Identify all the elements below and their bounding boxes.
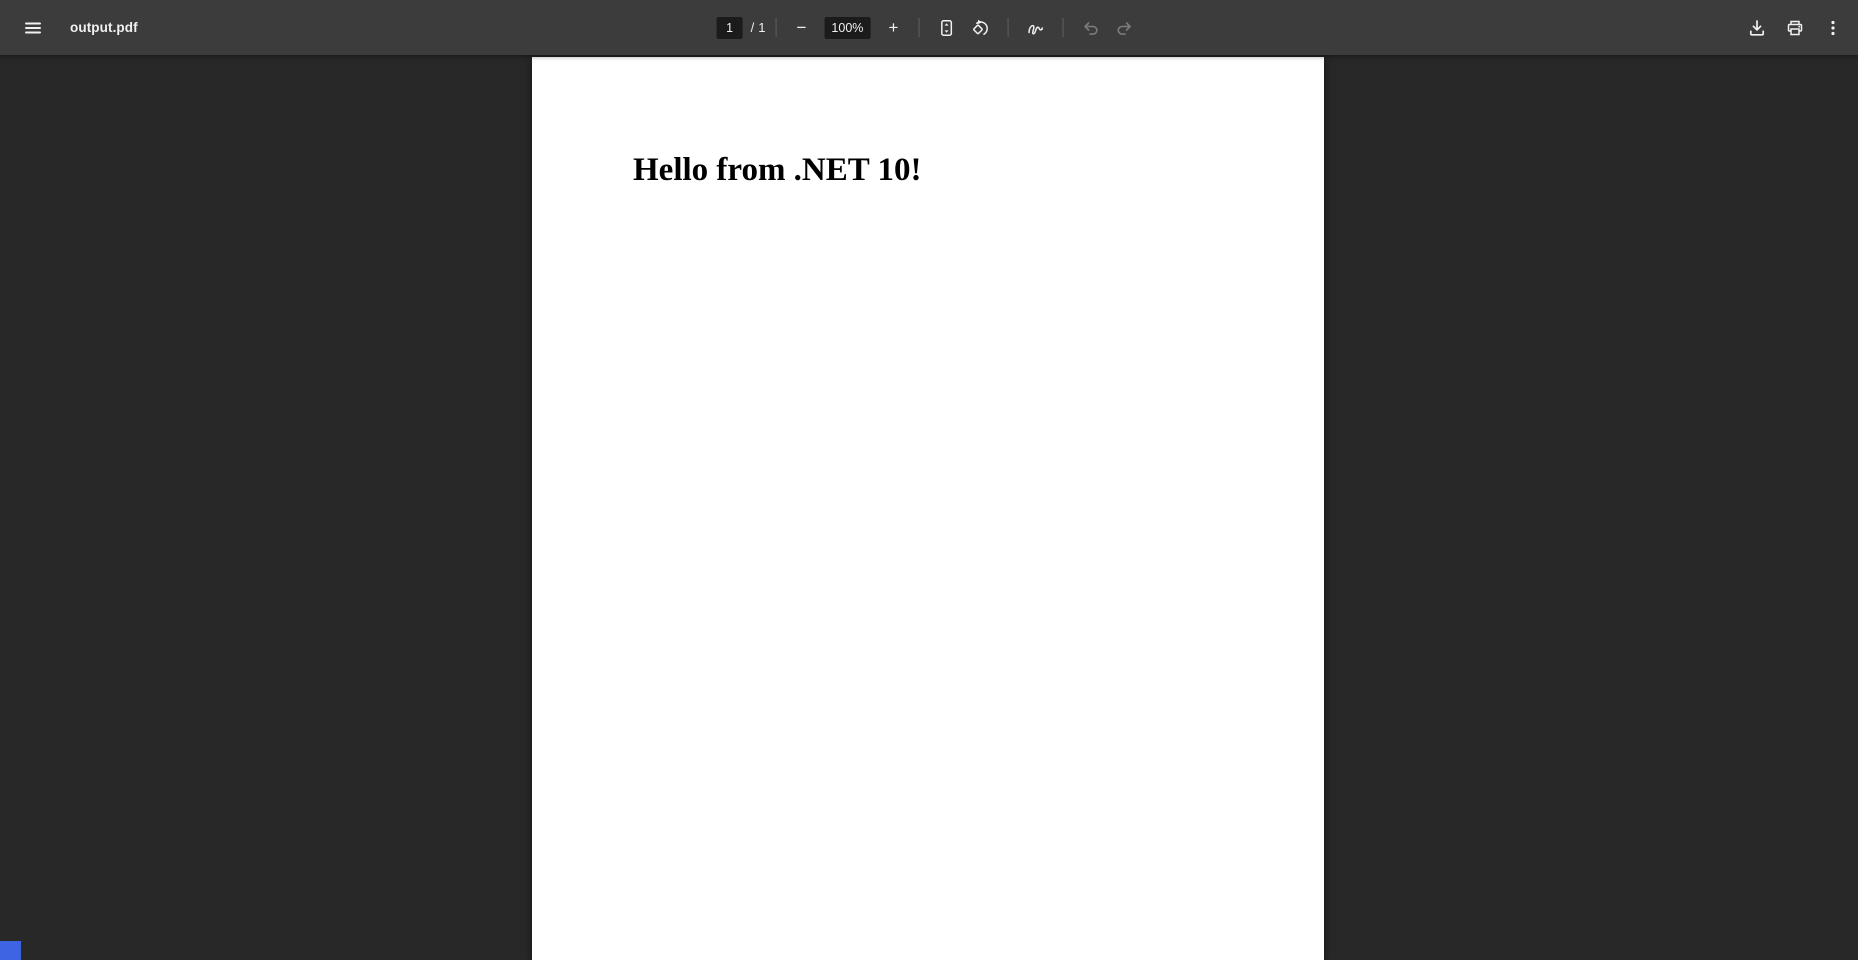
page-number-input[interactable]	[716, 16, 743, 39]
pdf-viewer-area[interactable]: Hello from .NET 10!	[0, 55, 1858, 960]
zoom-in-button[interactable]: +	[878, 13, 908, 43]
print-button[interactable]	[1778, 11, 1812, 45]
more-actions-button[interactable]	[1816, 11, 1850, 45]
redo-icon	[1114, 18, 1134, 38]
annotate-button[interactable]	[1018, 11, 1052, 45]
divider	[775, 18, 777, 37]
rotate-counterclockwise-icon	[970, 18, 990, 38]
hamburger-menu-icon	[23, 18, 43, 38]
divider	[1007, 18, 1009, 37]
pdf-page: Hello from .NET 10!	[532, 57, 1324, 960]
redo-button[interactable]	[1107, 11, 1141, 45]
zoom-level-input[interactable]	[824, 16, 871, 39]
download-icon	[1747, 18, 1767, 38]
pdf-toolbar: output.pdf / 1 − +	[0, 0, 1858, 55]
kebab-menu-icon	[1823, 18, 1843, 38]
status-bubble	[0, 941, 21, 960]
pdf-heading-text: Hello from .NET 10!	[633, 152, 922, 188]
fit-page-button[interactable]	[929, 11, 963, 45]
toolbar-right	[1740, 11, 1858, 45]
toolbar-center: / 1 − +	[716, 0, 1142, 55]
document-title: output.pdf	[70, 20, 138, 35]
toolbar-left: output.pdf	[0, 11, 138, 45]
zoom-out-button[interactable]: −	[786, 13, 816, 43]
page-separator: /	[750, 20, 755, 35]
divider	[1062, 18, 1064, 37]
page-total: 1	[758, 20, 766, 35]
divider	[918, 18, 920, 37]
fit-page-icon	[936, 18, 956, 38]
rotate-button[interactable]	[963, 11, 997, 45]
download-button[interactable]	[1740, 11, 1774, 45]
menu-button[interactable]	[16, 11, 50, 45]
draw-annotate-icon	[1025, 18, 1045, 38]
undo-icon	[1080, 18, 1100, 38]
undo-button[interactable]	[1073, 11, 1107, 45]
print-icon	[1785, 18, 1805, 38]
